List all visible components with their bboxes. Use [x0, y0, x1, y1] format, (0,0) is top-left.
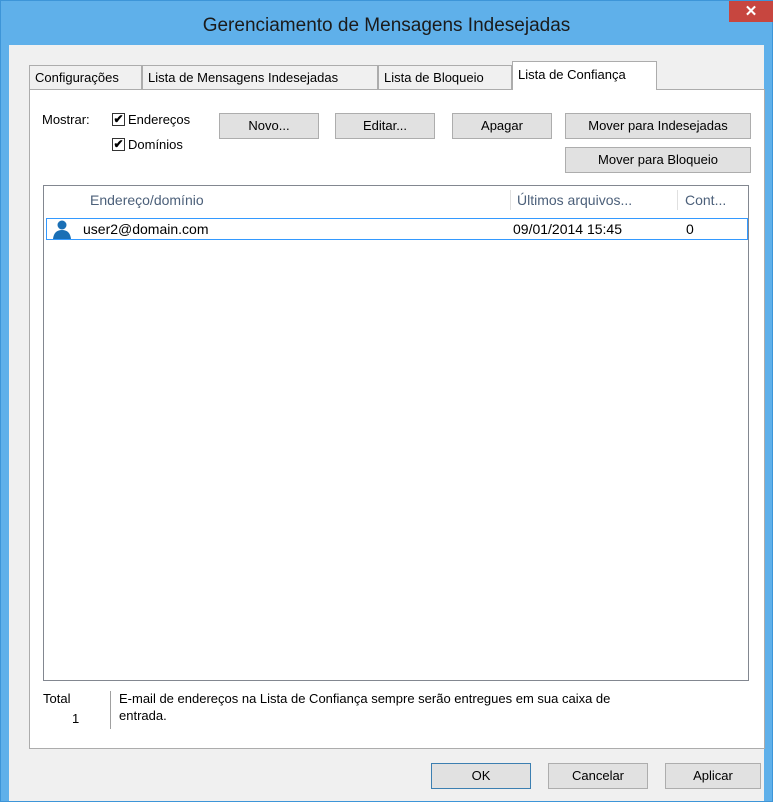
last-files-cell: 09/01/2014 15:45 — [513, 221, 622, 237]
tab-lista-bloqueio[interactable]: Lista de Bloqueio — [378, 65, 512, 89]
tab-lista-indesejadas[interactable]: Lista de Mensagens Indesejadas — [142, 65, 378, 89]
column-header-last-files[interactable]: Últimos arquivos... — [517, 186, 675, 214]
tab-label: Lista de Confiança — [518, 67, 626, 82]
tab-lista-confianca[interactable]: Lista de Confiança — [512, 61, 657, 90]
count-cell: 0 — [686, 221, 694, 237]
cancel-button[interactable]: Cancelar — [548, 763, 648, 789]
column-header-address[interactable]: Endereço/domínio — [90, 186, 500, 214]
footer-divider — [110, 691, 111, 729]
delete-button[interactable]: Apagar — [452, 113, 552, 139]
dominios-checkbox[interactable]: ✔ — [112, 138, 125, 151]
total-value: 1 — [72, 711, 80, 726]
close-icon: ✕ — [744, 3, 758, 20]
footer-note-line2: entrada. — [119, 708, 167, 723]
contact-person-icon — [53, 220, 71, 239]
enderecos-checkbox[interactable]: ✔ — [112, 113, 125, 126]
edit-button[interactable]: Editar... — [335, 113, 435, 139]
list-row[interactable]: user2@domain.com 09/01/2014 15:45 0 — [46, 218, 748, 240]
column-divider[interactable] — [677, 190, 678, 210]
total-label: Total — [43, 691, 71, 706]
checkmark-icon: ✔ — [113, 137, 124, 151]
tab-label: Lista de Mensagens Indesejadas — [148, 70, 339, 85]
apply-button[interactable]: Aplicar — [665, 763, 761, 789]
dialog-window: Gerenciamento de Mensagens Indesejadas ✕… — [0, 0, 773, 802]
ok-button[interactable]: OK — [431, 763, 531, 789]
title-bar[interactable]: Gerenciamento de Mensagens Indesejadas ✕ — [1, 1, 773, 45]
tab-configuracoes[interactable]: Configurações — [29, 65, 142, 89]
checkmark-icon: ✔ — [113, 112, 124, 126]
window-frame-left — [1, 45, 9, 801]
enderecos-label[interactable]: Endereços — [128, 112, 190, 127]
tab-label: Lista de Bloqueio — [384, 70, 484, 85]
show-label: Mostrar: — [42, 112, 90, 127]
address-cell: user2@domain.com — [83, 221, 209, 237]
tab-label: Configurações — [35, 70, 119, 85]
footer-note-line1: E-mail de endereços na Lista de Confianç… — [119, 691, 611, 706]
dominios-label[interactable]: Domínios — [128, 137, 183, 152]
window-title: Gerenciamento de Mensagens Indesejadas — [202, 15, 571, 36]
new-button[interactable]: Novo... — [219, 113, 319, 139]
move-to-junk-button[interactable]: Mover para Indesejadas — [565, 113, 751, 139]
close-button[interactable]: ✕ — [729, 1, 773, 22]
column-header-count[interactable]: Cont... — [685, 186, 745, 214]
move-to-blocked-button[interactable]: Mover para Bloqueio — [565, 147, 751, 173]
window-frame-right — [764, 45, 772, 801]
column-divider[interactable] — [510, 190, 511, 210]
trusted-senders-list[interactable]: Endereço/domínio Últimos arquivos... Con… — [43, 185, 749, 681]
